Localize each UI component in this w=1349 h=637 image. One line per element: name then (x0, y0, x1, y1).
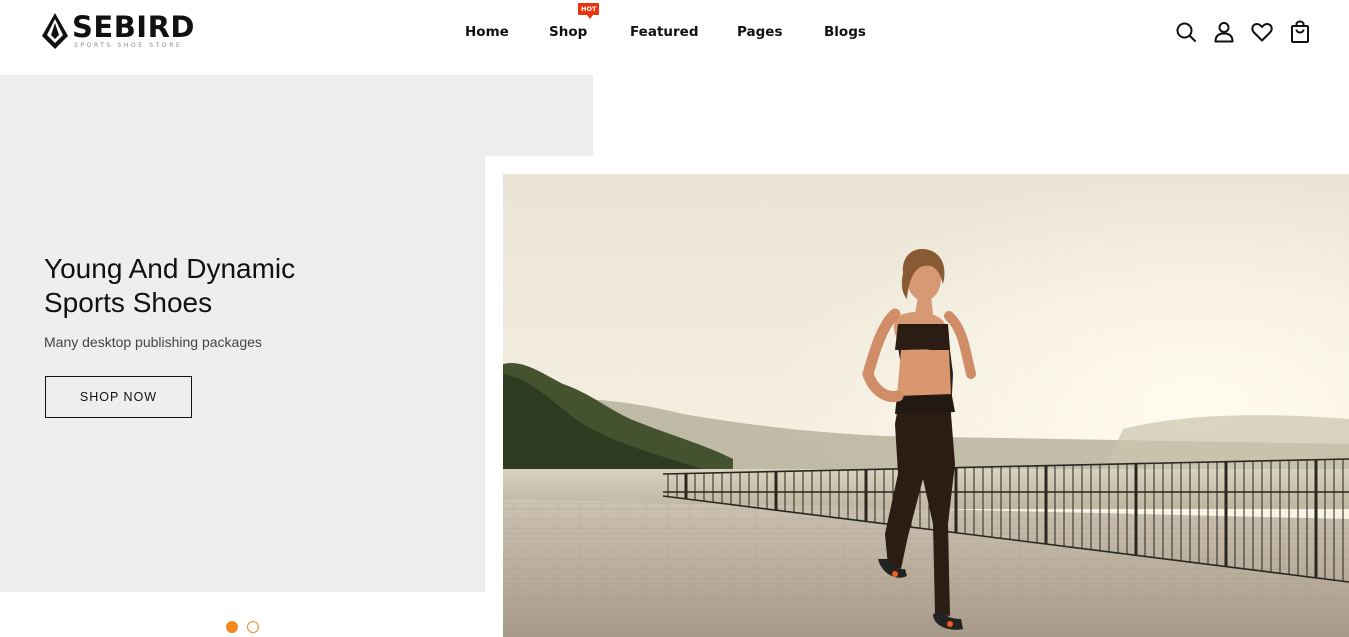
hot-badge: HOT (578, 3, 600, 19)
brand-logo[interactable]: SEBIRD SPORTS SHOE STORE (40, 12, 195, 52)
nav-item-shop[interactable]: Shop (549, 24, 587, 40)
user-icon[interactable] (1212, 20, 1236, 44)
header-actions (1174, 20, 1312, 44)
shop-now-button[interactable]: SHOP NOW (45, 376, 192, 418)
nav-item-pages[interactable]: Pages (737, 24, 783, 40)
brand-tagline: SPORTS SHOE STORE (74, 42, 183, 49)
main-nav: Home Shop HOT Featured Pages Blogs (0, 0, 1349, 75)
logo-text: SEBIRD SPORTS SHOE STORE (72, 12, 195, 49)
runner-photo (503, 174, 1349, 637)
heart-icon[interactable] (1250, 20, 1274, 44)
logo-mark-icon (42, 13, 68, 49)
hero-subtitle: Many desktop publishing packages (44, 334, 262, 350)
slider-dots (226, 621, 259, 633)
hero-title-line-1: Young And Dynamic (44, 253, 296, 284)
hero-title: Young And Dynamic Sports Shoes (44, 252, 444, 320)
slider-dot-1[interactable] (226, 621, 238, 633)
slider-dot-2[interactable] (247, 621, 259, 633)
nav-item-blogs[interactable]: Blogs (824, 24, 866, 40)
shopping-bag-icon[interactable] (1288, 20, 1312, 44)
nav-item-home[interactable]: Home (465, 24, 509, 40)
hero-title-line-2: Sports Shoes (44, 287, 213, 318)
site-header: SEBIRD SPORTS SHOE STORE Home Shop HOT F… (0, 0, 1349, 75)
search-icon[interactable] (1174, 20, 1198, 44)
hero-image (503, 174, 1349, 637)
nav-item-featured[interactable]: Featured (630, 24, 698, 40)
brand-name: SEBIRD (72, 10, 195, 44)
